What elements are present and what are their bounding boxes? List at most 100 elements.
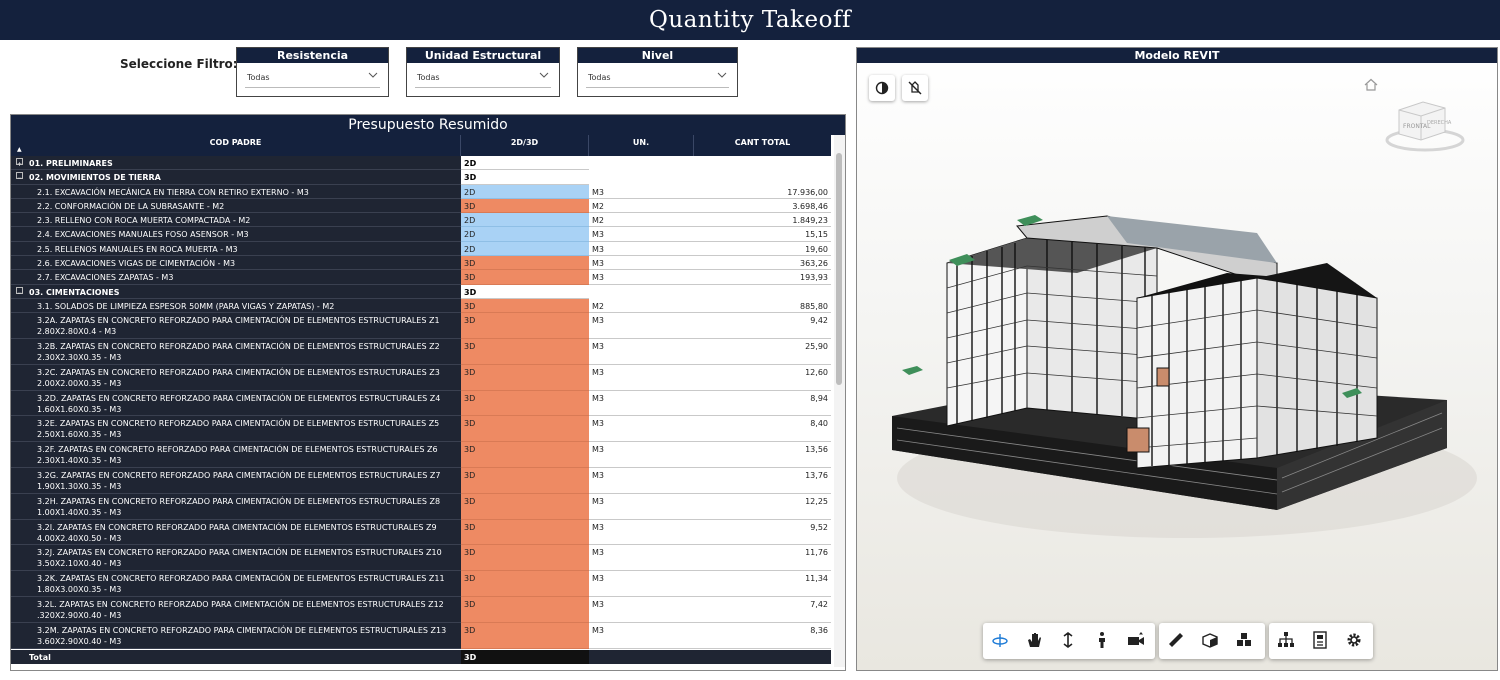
table-row[interactable]: 3.2M. ZAPATAS EN CONCRETO REFORZADO PARA… <box>11 622 831 649</box>
contrast-button[interactable] <box>869 75 895 101</box>
cell-dim: 3D <box>461 519 589 546</box>
table-row[interactable]: 3.2G. ZAPATAS EN CONCRETO REFORZADO PARA… <box>11 468 831 494</box>
cell-unit: M3 <box>589 365 694 391</box>
settings-toolbar <box>1269 623 1373 659</box>
chevron-down-icon[interactable] <box>368 70 378 80</box>
row-label: 3.2H. ZAPATAS EN CONCRETO REFORZADO PARA… <box>37 496 440 518</box>
collapse-icon[interactable]: − <box>16 286 23 297</box>
cell-qty: 13,56 <box>694 442 831 469</box>
table-row[interactable]: 3.2A. ZAPATAS EN CONCRETO REFORZADO PARA… <box>11 313 831 340</box>
cell-unit <box>589 156 694 170</box>
row-label-line1: 3.2B. ZAPATAS EN CONCRETO REFORZADO PARA… <box>37 342 440 352</box>
cell-cod-padre: 3.2J. ZAPATAS EN CONCRETO REFORZADO PARA… <box>11 545 461 572</box>
row-label-line1: 3.2J. ZAPATAS EN CONCRETO REFORZADO PARA… <box>37 548 442 558</box>
hide-button[interactable] <box>902 75 928 101</box>
chevron-down-icon[interactable] <box>717 70 727 80</box>
home-icon[interactable] <box>1363 77 1379 93</box>
measure-button[interactable] <box>1159 623 1193 659</box>
row-label: 2.1. EXCAVACIÓN MECÁNICA EN TIERRA CON R… <box>37 187 309 197</box>
collapse-icon[interactable]: − <box>16 172 23 182</box>
row-label: 2.4. EXCAVACIONES MANUALES FOSO ASENSOR … <box>37 230 249 240</box>
explode-button[interactable] <box>1227 623 1261 659</box>
table-row[interactable]: 2.6. EXCAVACIONES VIGAS DE CIMENTACIÓN -… <box>11 256 831 271</box>
table-row[interactable]: 2.1. EXCAVACIÓN MECÁNICA EN TIERRA CON R… <box>11 184 831 199</box>
row-label-line2: 1.00X1.40X0.35 - M3 <box>37 507 122 517</box>
cell-qty: 7,42 <box>694 597 831 623</box>
table-body: +01. PRELIMINARES 2D −02. MOVIMIENTOS DE T… <box>11 156 831 664</box>
cell-unit: M3 <box>589 242 694 257</box>
table-row[interactable]: 3.2J. ZAPATAS EN CONCRETO REFORZADO PARA… <box>11 545 831 572</box>
cell-cod-padre: 3.2B. ZAPATAS EN CONCRETO REFORZADO PARA… <box>11 339 461 365</box>
group-row[interactable]: −02. MOVIMIENTOS DE TIERRA 3D <box>11 170 831 185</box>
cell-qty: 17.936,00 <box>694 185 831 199</box>
cell-unit <box>589 170 694 184</box>
group-row[interactable]: +01. PRELIMINARES 2D <box>11 156 831 171</box>
row-label: 3.2J. ZAPATAS EN CONCRETO REFORZADO PARA… <box>37 547 442 569</box>
cell-unit: M3 <box>589 571 694 598</box>
properties-button[interactable] <box>1303 623 1337 659</box>
column-header-qty[interactable]: CANT TOTAL <box>694 135 831 156</box>
model-browser-button[interactable] <box>1269 623 1303 659</box>
group-row[interactable]: −03. CIMENTACIONES 3D <box>11 284 831 299</box>
column-header-unit[interactable]: UN. <box>589 135 694 156</box>
cell-dim: 3D <box>461 416 589 443</box>
table-row[interactable]: 3.1. SOLADOS DE LIMPIEZA ESPESOR 50MM (P… <box>11 298 831 314</box>
pan-button[interactable] <box>1017 623 1051 659</box>
table-row[interactable]: 2.2. CONFORMACIÓN DE LA SUBRASANTE - M2 3… <box>11 198 831 214</box>
settings-button[interactable] <box>1337 623 1371 659</box>
row-label: 3.2F. ZAPATAS EN CONCRETO REFORZADO PARA… <box>37 444 438 466</box>
section-button[interactable] <box>1193 623 1227 659</box>
table-row[interactable]: 3.2I. ZAPATAS EN CONCRETO REFORZADO PARA… <box>11 519 831 546</box>
zoom-button[interactable] <box>1051 623 1085 659</box>
camera-button[interactable] <box>1119 623 1153 659</box>
revit-model-viewer[interactable]: Modelo REVIT FRONTAL DERECHA <box>856 47 1498 671</box>
table-row[interactable]: 3.2D. ZAPATAS EN CONCRETO REFORZADO PARA… <box>11 390 831 417</box>
cell-unit: M3 <box>589 520 694 546</box>
cell-dim: 3D <box>461 339 589 365</box>
table-row[interactable]: 2.3. RELLENO CON ROCA MUERTA COMPACTADA … <box>11 213 831 228</box>
cell-dim: 3D <box>461 442 589 469</box>
table-row[interactable]: 3.2H. ZAPATAS EN CONCRETO REFORZADO PARA… <box>11 493 831 520</box>
orbit-button[interactable] <box>983 623 1017 659</box>
row-label-line2: 4.00X2.40X0.50 - M3 <box>37 533 122 543</box>
cell-unit: M2 <box>589 213 694 228</box>
zoom-icon <box>1063 632 1073 648</box>
expand-icon[interactable]: + <box>16 158 23 168</box>
table-row[interactable]: 2.5. RELLENOS MANUALES EN ROCA MUERTA - … <box>11 241 831 257</box>
viewcube[interactable]: FRONTAL DERECHA <box>1385 96 1465 160</box>
table-row[interactable]: 3.2F. ZAPATAS EN CONCRETO REFORZADO PARA… <box>11 442 831 469</box>
cell-cod-padre: 3.2D. ZAPATAS EN CONCRETO REFORZADO PARA… <box>11 390 461 417</box>
settings-icon <box>1347 633 1361 647</box>
row-label-line1: 3.2M. ZAPATAS EN CONCRETO REFORZADO PARA… <box>37 625 447 635</box>
slicer-unidad-estructural[interactable]: Unidad Estructural Todas <box>406 47 560 97</box>
table-row[interactable]: 3.2C. ZAPATAS EN CONCRETO REFORZADO PARA… <box>11 364 831 391</box>
chevron-down-icon[interactable] <box>539 70 549 80</box>
sort-ascending-icon[interactable]: ▲ <box>17 147 22 153</box>
total-label-cell: Total <box>11 650 461 664</box>
table-row[interactable]: 3.2L. ZAPATAS EN CONCRETO REFORZADO PARA… <box>11 597 831 623</box>
cell-cod-padre: −02. MOVIMIENTOS DE TIERRA <box>11 170 461 185</box>
cell-qty: 363,26 <box>694 256 831 271</box>
table-scrollbar[interactable] <box>834 135 845 667</box>
row-label-line2: 3.50X2.10X0.40 - M3 <box>37 559 122 569</box>
table-row[interactable]: 3.2B. ZAPATAS EN CONCRETO REFORZADO PARA… <box>11 339 831 365</box>
slicer-nivel[interactable]: Nivel Todas <box>577 47 738 97</box>
cell-unit: M3 <box>589 623 694 649</box>
scrollbar-thumb[interactable] <box>836 153 842 385</box>
cell-cod-padre: 3.2F. ZAPATAS EN CONCRETO REFORZADO PARA… <box>11 442 461 469</box>
cell-unit: M3 <box>589 185 694 199</box>
cell-qty: 11,34 <box>694 571 831 598</box>
table-row[interactable]: 2.4. EXCAVACIONES MANUALES FOSO ASENSOR … <box>11 227 831 242</box>
column-header-dim[interactable]: 2D/3D <box>461 135 589 156</box>
cell-cod-padre: 2.1. EXCAVACIÓN MECÁNICA EN TIERRA CON R… <box>11 184 461 199</box>
row-label: 2.2. CONFORMACIÓN DE LA SUBRASANTE - M2 <box>37 201 225 211</box>
table-row[interactable]: 2.7. EXCAVACIONES ZAPATAS - M3 3D M3 193,93 <box>11 270 831 285</box>
table-row[interactable]: 3.2K. ZAPATAS EN CONCRETO REFORZADO PARA… <box>11 571 831 598</box>
first-person-button[interactable] <box>1085 623 1119 659</box>
slicer-resistencia[interactable]: Resistencia Todas <box>236 47 389 97</box>
table-row[interactable]: 3.2E. ZAPATAS EN CONCRETO REFORZADO PARA… <box>11 416 831 443</box>
row-label-line1: 3.2H. ZAPATAS EN CONCRETO REFORZADO PARA… <box>37 496 441 506</box>
column-header-cod-padre[interactable]: COD PADRE <box>11 135 461 156</box>
cell-cod-padre: 3.2H. ZAPATAS EN CONCRETO REFORZADO PARA… <box>11 493 461 520</box>
cell-dim: 3D <box>461 298 589 314</box>
